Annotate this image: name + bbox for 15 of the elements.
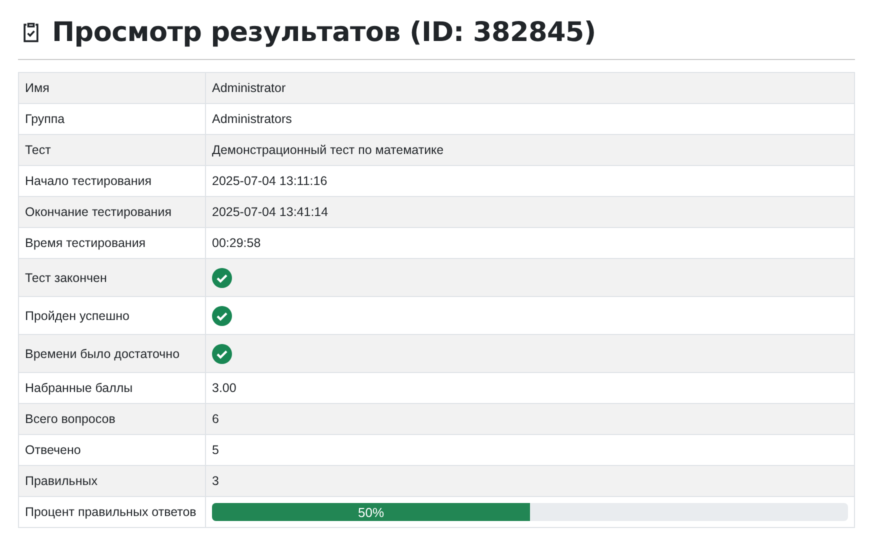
field-value: Administrator (206, 72, 854, 104)
field-label: Тест закончен (18, 258, 206, 296)
field-label: Окончание тестирования (18, 196, 206, 228)
field-value: Демонстрационный тест по математике (206, 134, 854, 166)
field-label: Всего вопросов (18, 404, 206, 434)
progress-label: 50% (358, 504, 384, 520)
field-value: 6 (206, 404, 854, 434)
field-label: Процент правильных ответов (18, 496, 206, 528)
field-label: Времени было достаточно (18, 334, 206, 372)
field-label: Тест (18, 134, 206, 166)
page-title: Просмотр результатов (ID: 382845) (52, 16, 596, 48)
field-label: Правильных (18, 466, 206, 496)
field-label: Имя (18, 72, 206, 104)
field-value: 2025-07-04 13:41:14 (206, 196, 854, 228)
field-value: 3 (206, 466, 854, 496)
